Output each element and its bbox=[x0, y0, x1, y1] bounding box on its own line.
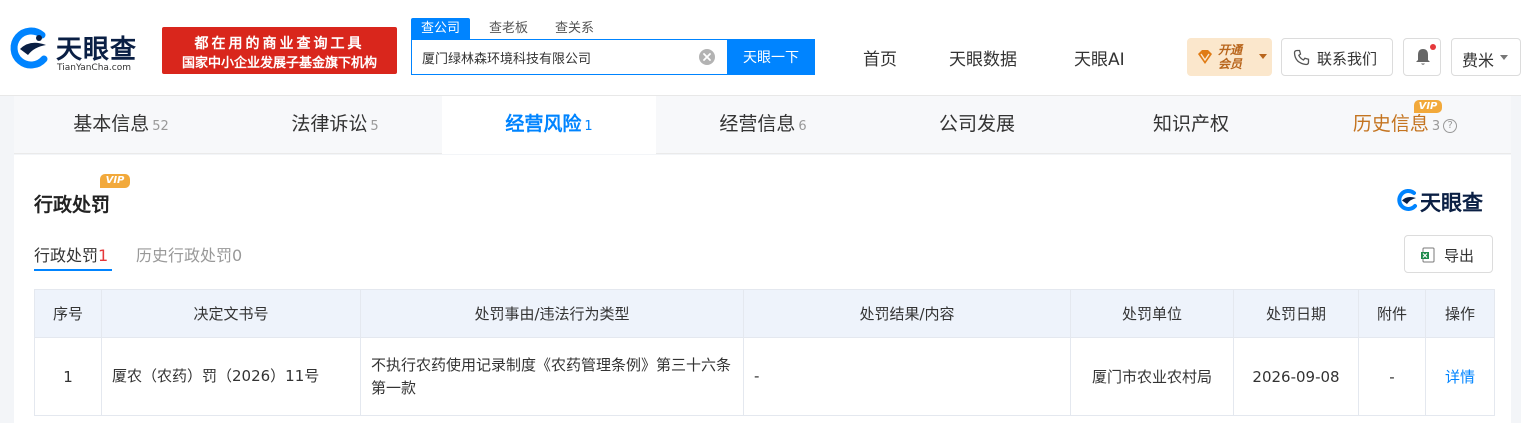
vip-badge: VIP bbox=[1414, 100, 1442, 113]
search-input[interactable] bbox=[412, 40, 728, 74]
promo-banner: 都在用的商业查询工具 国家中小企业发展子基金旗下机构 bbox=[162, 27, 397, 74]
bell-icon bbox=[1416, 49, 1430, 65]
detail-link[interactable]: 详情 bbox=[1425, 337, 1495, 416]
search-tab-boss[interactable]: 查老板 bbox=[489, 18, 528, 39]
tab-operation-risk[interactable]: 经营风险 1 bbox=[442, 96, 656, 154]
brand-watermark: 天眼查 bbox=[1420, 191, 1483, 215]
excel-icon bbox=[1421, 247, 1435, 263]
tab-history[interactable]: 历史信息 3? VIP bbox=[1298, 96, 1512, 154]
tianyancha-logo-icon bbox=[1397, 189, 1417, 211]
column-header: 处罚单位 bbox=[1070, 289, 1234, 338]
subtab-history-admin-penalty[interactable]: 历史行政处罚0 bbox=[136, 242, 242, 266]
banner-line-1: 都在用的商业查询工具 bbox=[194, 36, 365, 52]
search-tab-company[interactable]: 查公司 bbox=[411, 18, 471, 39]
tab-company-development[interactable]: 公司发展 bbox=[870, 96, 1084, 154]
nav-home[interactable]: 首页 bbox=[863, 45, 897, 70]
tab-legal[interactable]: 法律诉讼 5 bbox=[228, 96, 442, 154]
logo-title: 天眼查 bbox=[56, 35, 138, 65]
notification-button[interactable] bbox=[1403, 38, 1441, 76]
column-header: 处罚结果/内容 bbox=[743, 289, 1071, 338]
search-tab-relation[interactable]: 查关系 bbox=[555, 18, 594, 39]
table-row: 1 厦农（农药）罚（2026）11号 不执行农药使用记录制度《农药管理条例》第三… bbox=[34, 337, 1495, 416]
column-header: 决定文书号 bbox=[101, 289, 361, 338]
column-header: 操作 bbox=[1425, 289, 1495, 338]
chevron-down-icon bbox=[1500, 55, 1508, 60]
column-header: 处罚事由/违法行为类型 bbox=[360, 289, 744, 338]
subtab-admin-penalty[interactable]: 行政处罚1 bbox=[34, 242, 108, 266]
cell-result: - bbox=[743, 337, 1071, 416]
main-tabs: 基本信息 52 法律诉讼 5 经营风险 1 经营信息 6 公司发展 知识产权 历史信息 3… bbox=[14, 96, 1511, 154]
tab-intellectual-property[interactable]: 知识产权 bbox=[1084, 96, 1298, 154]
cell-unit: 厦门市农业农村局 bbox=[1070, 337, 1234, 416]
tab-basic-info[interactable]: 基本信息 52 bbox=[14, 96, 228, 154]
column-header: 序号 bbox=[34, 289, 102, 338]
nav-data[interactable]: 天眼数据 bbox=[949, 45, 1017, 70]
user-menu[interactable]: 费米 bbox=[1451, 38, 1521, 76]
nav-ai[interactable]: 天眼AI bbox=[1074, 45, 1125, 70]
banner-line-2: 国家中小企业发展子基金旗下机构 bbox=[181, 56, 377, 71]
active-subtab-indicator bbox=[34, 269, 112, 271]
vip-label: 开通 会员 bbox=[1218, 43, 1243, 71]
section-title: 行政处罚 bbox=[34, 194, 111, 216]
cell-reason: 不执行农药使用记录制度《农药管理条例》第三十六条第一款 bbox=[360, 337, 744, 416]
user-name: 费米 bbox=[1462, 51, 1495, 70]
cell-attachment: - bbox=[1358, 337, 1426, 416]
logo-domain: TianYanCha.com bbox=[57, 63, 132, 73]
contact-us-button[interactable]: 联系我们 bbox=[1281, 38, 1393, 76]
tab-operation-info[interactable]: 经营信息 6 bbox=[656, 96, 870, 154]
site-logo[interactable]: 天眼查 TianYanCha.com bbox=[6, 25, 156, 77]
contact-us-label: 联系我们 bbox=[1317, 50, 1378, 68]
open-vip-button[interactable]: 开通 会员 bbox=[1187, 38, 1272, 76]
table-header-row: 序号 决定文书号 处罚事由/违法行为类型 处罚结果/内容 处罚单位 处罚日期 附… bbox=[34, 289, 1495, 338]
chevron-down-icon bbox=[1259, 54, 1267, 59]
admin-penalty-table: 序号 决定文书号 处罚事由/违法行为类型 处罚结果/内容 处罚单位 处罚日期 附… bbox=[34, 289, 1495, 416]
column-header: 附件 bbox=[1358, 289, 1426, 338]
diamond-icon bbox=[1198, 50, 1212, 64]
vip-badge: VIP bbox=[100, 174, 130, 188]
notification-dot bbox=[1430, 44, 1436, 50]
admin-penalty-card: 行政处罚 VIP 天眼查 行政处罚1 历史行政处罚0 导出 序号 决定文书号 处… bbox=[14, 155, 1511, 423]
clear-icon[interactable] bbox=[698, 48, 716, 66]
help-icon[interactable]: ? bbox=[1443, 119, 1458, 133]
export-label: 导出 bbox=[1444, 247, 1475, 265]
cell-date: 2026-09-08 bbox=[1233, 337, 1359, 416]
export-button[interactable]: 导出 bbox=[1404, 235, 1493, 273]
search-box: 天眼一下 bbox=[411, 39, 815, 75]
column-header: 处罚日期 bbox=[1233, 289, 1359, 338]
top-header: 天眼查 TianYanCha.com 都在用的商业查询工具 国家中小企业发展子基… bbox=[0, 0, 1521, 96]
phone-icon bbox=[1293, 49, 1310, 66]
cell-index: 1 bbox=[34, 337, 102, 416]
tianyancha-logo-icon bbox=[10, 27, 48, 69]
cell-doc-no: 厦农（农药）罚（2026）11号 bbox=[101, 337, 361, 416]
search-button[interactable]: 天眼一下 bbox=[727, 39, 815, 75]
